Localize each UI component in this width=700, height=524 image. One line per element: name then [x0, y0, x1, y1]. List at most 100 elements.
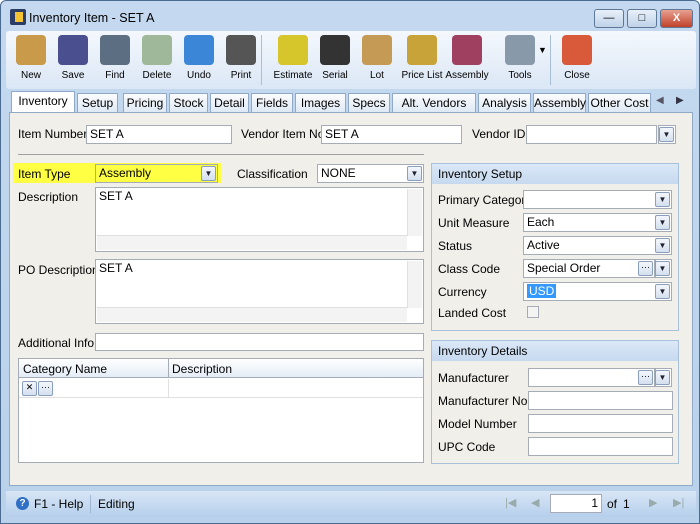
table-row[interactable]: ✕ ···	[19, 379, 423, 398]
last-record-icon[interactable]: ▶|	[673, 496, 684, 509]
tab-scroll-right-icon[interactable]: ▶	[676, 95, 684, 106]
chevron-down-icon[interactable]: ▼	[655, 215, 670, 230]
status-bar: ? F1 - Help Editing |◀ ◀ 1 of 1 ▶ ▶|	[6, 491, 696, 517]
maximize-button[interactable]: □	[627, 9, 657, 28]
chevron-down-icon[interactable]: ▼	[655, 238, 670, 253]
vendor-id-input[interactable]	[526, 125, 657, 144]
toolbar-label: Undo	[187, 70, 211, 81]
toolbar-label: Serial	[322, 70, 348, 81]
chevron-down-icon[interactable]: ▼	[655, 370, 670, 385]
item-number-label: Item Number	[18, 127, 88, 141]
tab-alt-vendors[interactable]: Alt. Vendors	[392, 93, 476, 113]
tab-setup[interactable]: Setup	[77, 93, 118, 113]
save-button[interactable]: Save	[51, 33, 95, 81]
classification-select[interactable]: NONE ▼	[317, 164, 424, 183]
landed-cost-label: Landed Cost	[438, 306, 507, 320]
delete-row-icon[interactable]: ✕	[22, 381, 37, 396]
window-title: Inventory Item - SET A	[29, 11, 155, 25]
toolbar-label: Price List	[401, 70, 443, 81]
class-code-input[interactable]: Special Order ···	[523, 259, 655, 278]
chevron-down-icon[interactable]: ▼	[201, 166, 216, 181]
next-record-icon[interactable]: ▶	[649, 496, 657, 509]
previous-record-icon[interactable]: ◀	[531, 496, 539, 509]
toolbar-label: Estimate	[273, 70, 313, 81]
manufacturer-browse-button[interactable]: ···	[638, 370, 653, 385]
manufacturer-dropdown[interactable]: ▼	[655, 368, 672, 387]
unit-measure-value: Each	[527, 215, 555, 229]
unit-measure-select[interactable]: Each ▼	[523, 213, 672, 232]
new-button[interactable]: New	[9, 33, 53, 81]
tab-stock[interactable]: Stock	[169, 93, 208, 113]
help-label[interactable]: F1 - Help	[34, 497, 83, 511]
vertical-scrollbar[interactable]	[407, 261, 422, 308]
chevron-down-icon[interactable]: ▼	[655, 284, 670, 299]
tools-dropdown-icon[interactable]: ▼	[538, 45, 547, 55]
tab-fields[interactable]: Fields	[251, 93, 293, 113]
additional-info-input[interactable]	[95, 333, 424, 351]
lot-button[interactable]: Lot	[355, 33, 399, 81]
class-code-browse-button[interactable]: ···	[638, 261, 653, 276]
chevron-down-icon[interactable]: ▼	[655, 192, 670, 207]
column-header-description[interactable]: Description	[172, 362, 232, 376]
class-code-dropdown[interactable]: ▼	[655, 259, 672, 278]
close-form-icon	[562, 35, 592, 65]
item-type-select[interactable]: Assembly ▼	[95, 164, 218, 183]
currency-select[interactable]: USD ▼	[523, 282, 672, 301]
tools-icon	[505, 35, 535, 65]
inventory-item-window: Inventory Item - SET A — □ X New Save Find…	[0, 0, 700, 524]
description-textarea[interactable]: SET A	[95, 187, 424, 252]
chevron-down-icon[interactable]: ▼	[407, 166, 422, 181]
tools-button[interactable]: Tools	[498, 33, 542, 81]
upc-code-input[interactable]	[528, 437, 673, 456]
tab-other-cost[interactable]: Other Cost	[588, 93, 651, 113]
category-grid: Category Name Description ✕ ···	[18, 358, 424, 463]
tab-analysis[interactable]: Analysis	[478, 93, 531, 113]
print-button[interactable]: Print	[219, 33, 263, 81]
column-header-category-name[interactable]: Category Name	[23, 362, 107, 376]
model-number-input[interactable]	[528, 414, 673, 433]
item-type-label: Item Type	[18, 167, 71, 181]
inventory-details-title: Inventory Details	[432, 341, 678, 361]
undo-button[interactable]: Undo	[177, 33, 221, 81]
model-number-label: Model Number	[438, 417, 517, 431]
primary-category-label: Primary Category	[438, 193, 532, 207]
tab-pricing[interactable]: Pricing	[123, 93, 167, 113]
vendor-id-dropdown[interactable]: ▼	[658, 125, 676, 144]
serial-button[interactable]: Serial	[313, 33, 357, 81]
horizontal-scrollbar[interactable]	[97, 307, 407, 322]
record-number-input[interactable]: 1	[550, 494, 602, 513]
additional-info-label: Additional Info	[18, 336, 95, 350]
find-button[interactable]: Find	[93, 33, 137, 81]
help-icon[interactable]: ?	[16, 497, 29, 510]
chevron-down-icon[interactable]: ▼	[655, 261, 670, 276]
tab-inventory[interactable]: Inventory	[11, 91, 75, 113]
po-description-label: PO Description	[18, 263, 99, 277]
vendor-item-no-input[interactable]: SET A	[321, 125, 462, 144]
price-list-button[interactable]: Price List	[400, 33, 444, 81]
horizontal-scrollbar[interactable]	[97, 235, 407, 250]
tab-detail[interactable]: Detail	[210, 93, 249, 113]
tab-specs[interactable]: Specs	[348, 93, 390, 113]
manufacturer-no-input[interactable]	[528, 391, 673, 410]
tab-scroll-left-icon[interactable]: ◀	[656, 95, 664, 106]
close-window-button[interactable]: X	[660, 9, 693, 28]
vertical-scrollbar[interactable]	[407, 189, 422, 236]
item-number-input[interactable]: SET A	[86, 125, 232, 144]
estimate-button[interactable]: Estimate	[271, 33, 315, 81]
close-button[interactable]: Close	[555, 33, 599, 81]
chevron-down-icon[interactable]: ▼	[659, 127, 674, 142]
serial-icon	[320, 35, 350, 65]
status-select[interactable]: Active ▼	[523, 236, 672, 255]
primary-category-select[interactable]: ▼	[523, 190, 672, 209]
landed-cost-checkbox[interactable]	[527, 306, 539, 318]
total-records: 1	[623, 497, 630, 511]
tab-images[interactable]: Images	[295, 93, 346, 113]
browse-category-button[interactable]: ···	[38, 381, 53, 396]
po-description-textarea[interactable]: SET A	[95, 259, 424, 324]
manufacturer-input[interactable]: ···	[528, 368, 655, 387]
delete-button[interactable]: Delete	[135, 33, 179, 81]
minimize-button[interactable]: —	[594, 9, 624, 28]
tab-assembly[interactable]: Assembly	[533, 93, 586, 113]
assembly-button[interactable]: Assembly	[445, 33, 489, 81]
first-record-icon[interactable]: |◀	[505, 496, 516, 509]
